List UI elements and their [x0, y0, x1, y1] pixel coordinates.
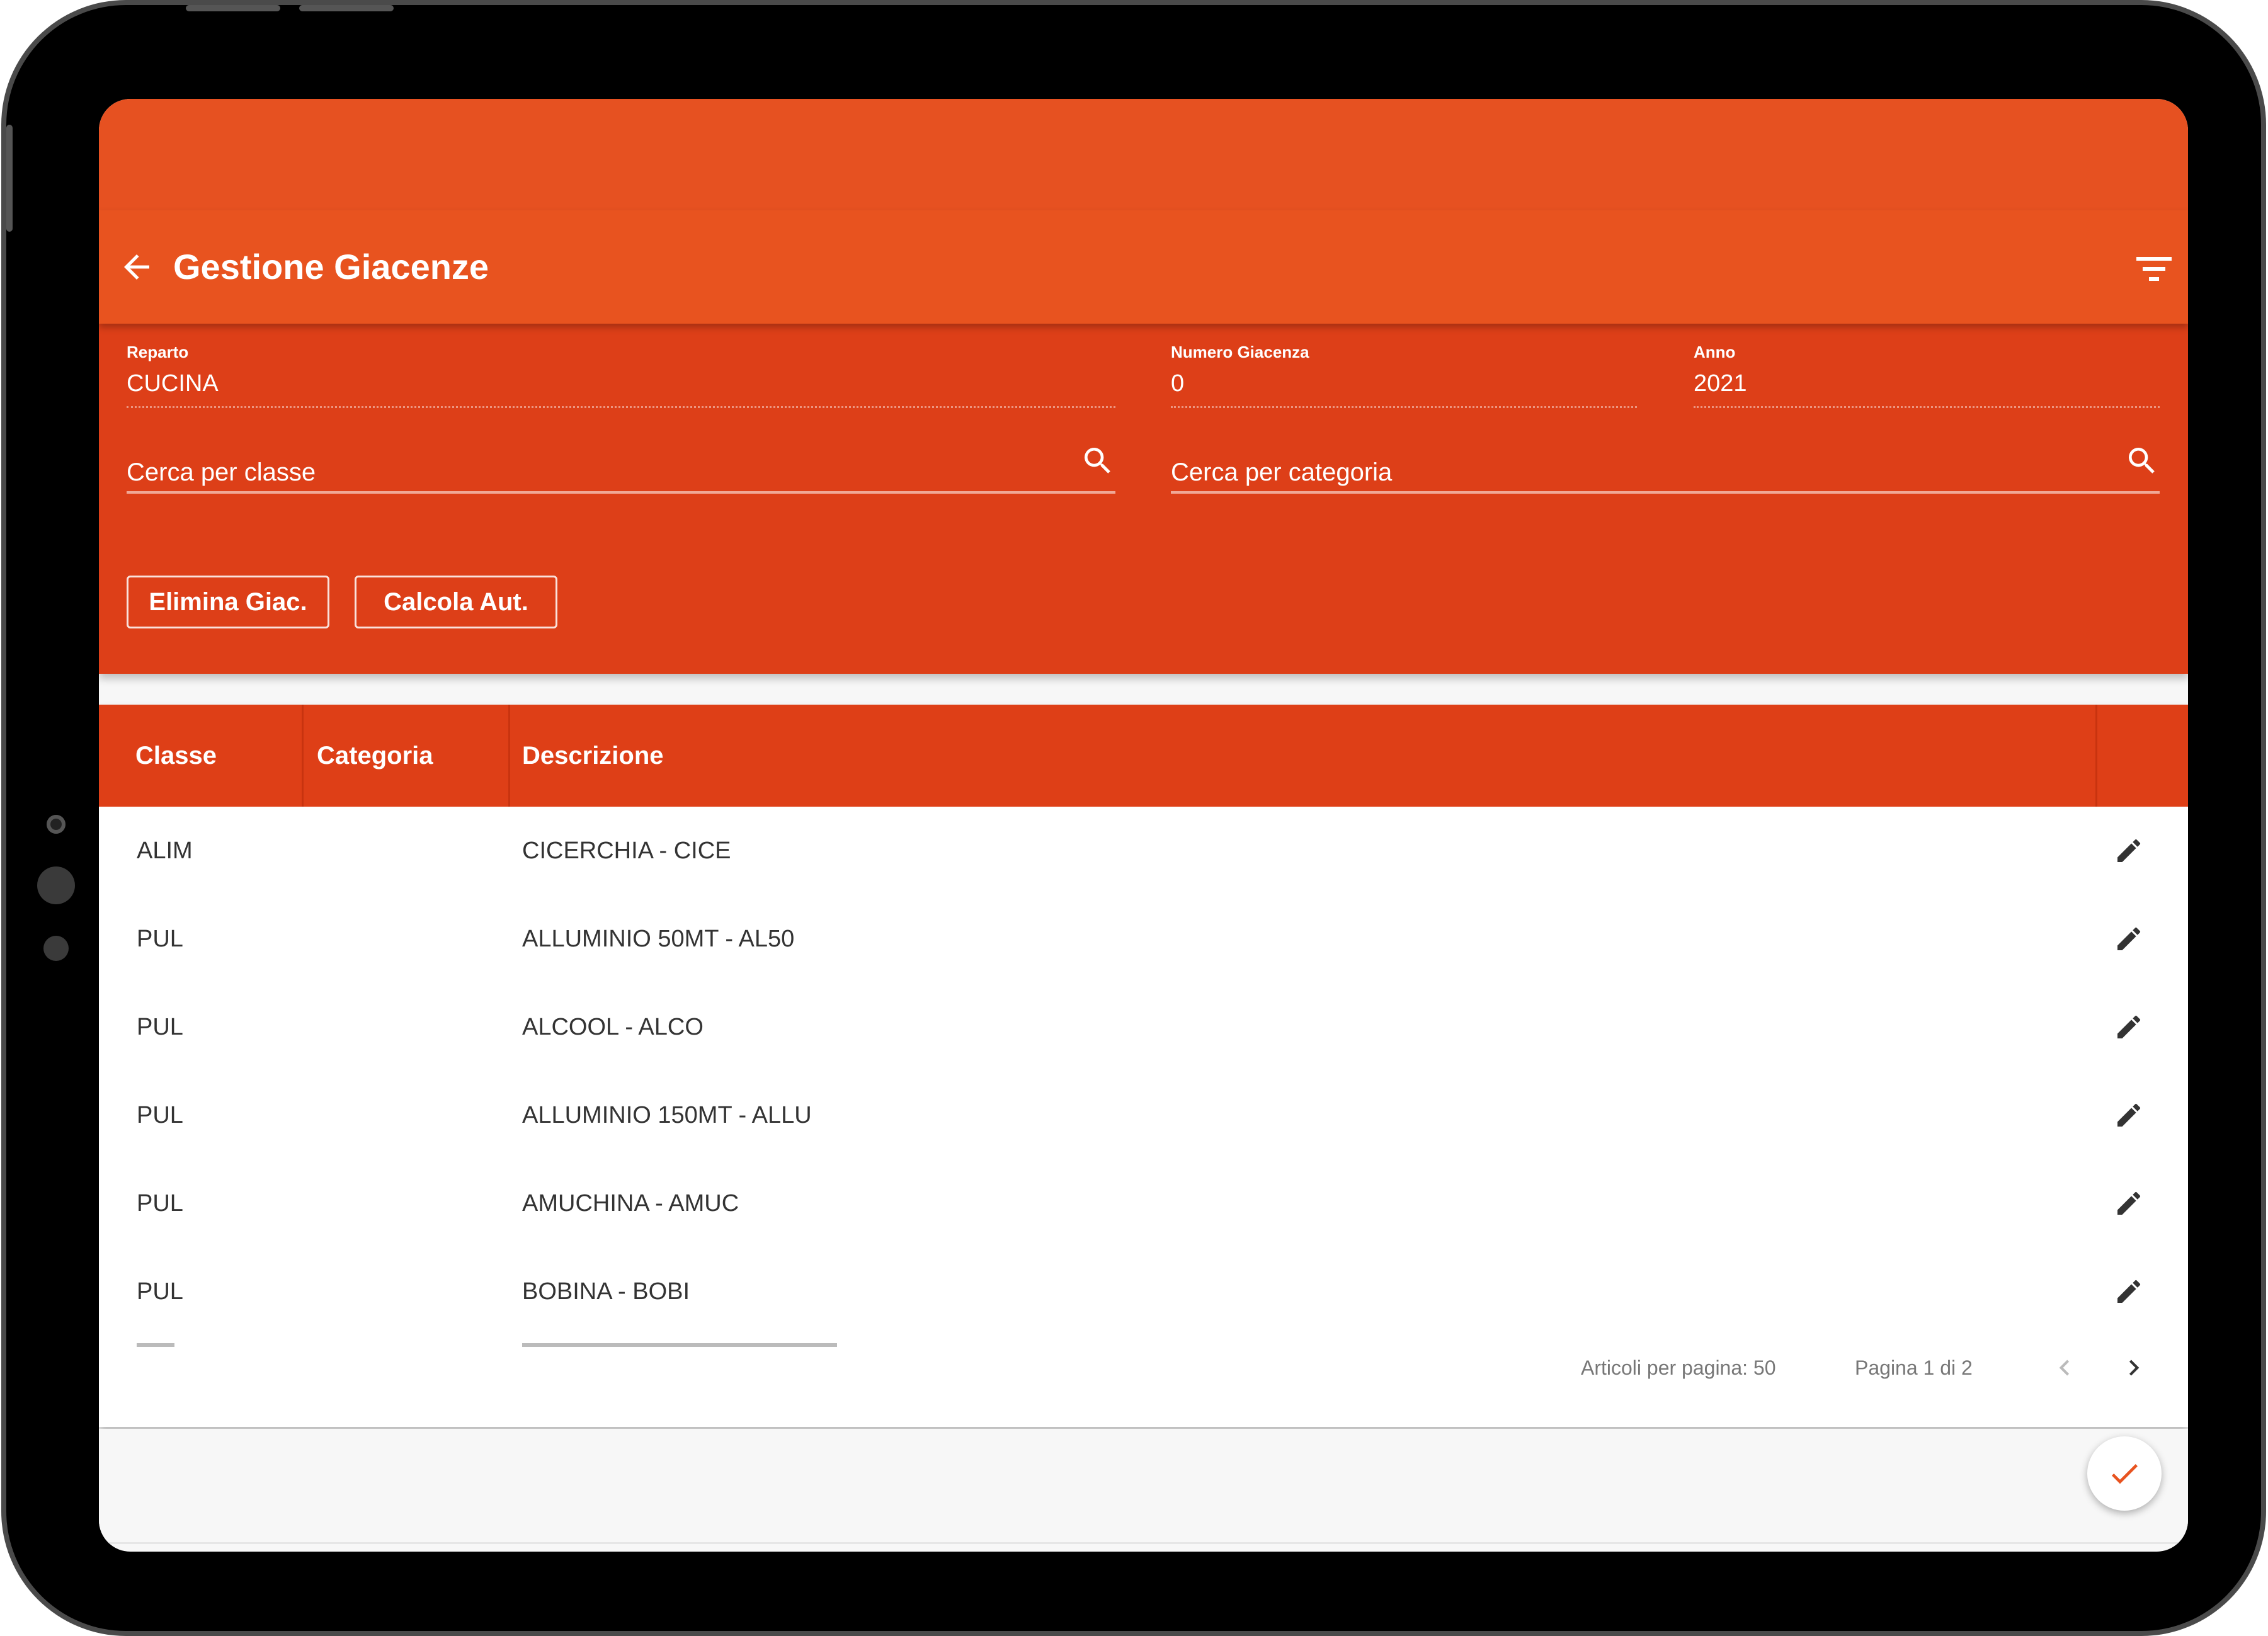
tablet-frame: Gestione Giacenze Reparto CUCINA Numero …: [6, 5, 2261, 1631]
table-row[interactable]: ALIM CICERCHIA - CICE: [99, 807, 2188, 895]
search-categoria: [1171, 443, 2160, 494]
cell-descrizione: ALLUMINIO 50MT - AL50: [522, 926, 795, 952]
page-indicator: Pagina 1 di 2: [1855, 1356, 1973, 1379]
field-underline: [1694, 406, 2160, 408]
table-row[interactable]: PUL ALLUMINIO 50MT - AL50: [99, 895, 2188, 983]
numero-giacenza-value: 0: [1171, 370, 1185, 397]
articles-table: Classe Categoria Descrizione ALIM CICERC…: [99, 705, 2188, 1427]
partial-text: [137, 1343, 174, 1347]
reparto-label: Reparto: [127, 343, 189, 361]
giacenza-form: Reparto CUCINA Numero Giacenza 0 Anno 20…: [99, 324, 2188, 674]
cell-descrizione: BOBINA - BOBI: [522, 1278, 690, 1305]
cell-classe: PUL: [137, 1278, 183, 1305]
cell-classe: ALIM: [137, 838, 193, 864]
column-header-categoria[interactable]: Categoria: [317, 705, 433, 807]
pencil-icon[interactable]: [2114, 1012, 2144, 1042]
search-icon[interactable]: [2124, 443, 2160, 479]
search-classe: [127, 443, 1115, 494]
hardware-top-button: [186, 5, 280, 11]
reparto-field[interactable]: Reparto CUCINA: [127, 341, 1115, 408]
app-screen: Gestione Giacenze Reparto CUCINA Numero …: [99, 99, 2188, 1552]
column-divider: [508, 705, 510, 807]
camera-icon: [47, 815, 66, 834]
anno-field[interactable]: Anno 2021: [1694, 341, 2160, 408]
search-categoria-input[interactable]: [1171, 455, 2041, 490]
cell-classe: PUL: [137, 1102, 183, 1128]
app-toolbar: Gestione Giacenze: [99, 210, 2188, 324]
reparto-value: CUCINA: [127, 370, 219, 397]
sensor-dot: [43, 936, 69, 961]
sensor-dot: [37, 866, 75, 904]
chevron-left-icon[interactable]: [2049, 1352, 2080, 1383]
calcola-automatico-button[interactable]: Calcola Aut.: [355, 576, 557, 628]
hardware-top-button: [299, 5, 394, 11]
search-classe-input[interactable]: [127, 455, 997, 490]
cell-descrizione: ALLUMINIO 150MT - ALLU: [522, 1102, 812, 1128]
cell-descrizione: ALCOOL - ALCO: [522, 1014, 704, 1040]
page-title: Gestione Giacenze: [173, 247, 489, 287]
table-row[interactable]: PUL AMUCHINA - AMUC: [99, 1159, 2188, 1247]
hardware-side-button: [6, 125, 13, 232]
pencil-icon[interactable]: [2114, 1100, 2144, 1130]
cell-descrizione: CICERCHIA - CICE: [522, 838, 731, 864]
pencil-icon[interactable]: [2114, 1188, 2144, 1218]
pencil-icon[interactable]: [2114, 836, 2144, 866]
table-row[interactable]: PUL BOBINA - BOBI: [99, 1247, 2188, 1336]
confirm-fab[interactable]: [2087, 1436, 2162, 1511]
filter-icon[interactable]: [2136, 254, 2172, 282]
table-row[interactable]: PUL ALLUMINIO 150MT - ALLU: [99, 1071, 2188, 1159]
cell-classe: PUL: [137, 1014, 183, 1040]
table-row[interactable]: PUL ALCOOL - ALCO: [99, 983, 2188, 1071]
partial-text: [522, 1343, 837, 1347]
field-underline: [1171, 406, 1637, 408]
anno-value: 2021: [1694, 370, 1747, 397]
column-divider: [2095, 705, 2097, 807]
column-header-classe[interactable]: Classe: [135, 705, 217, 807]
bottom-area: [99, 1429, 2188, 1544]
elimina-giacenza-button[interactable]: Elimina Giac.: [127, 576, 329, 628]
pencil-icon[interactable]: [2114, 1276, 2144, 1307]
table-header: Classe Categoria Descrizione: [99, 705, 2188, 807]
cell-classe: PUL: [137, 926, 183, 952]
cell-classe: PUL: [137, 1190, 183, 1217]
search-icon[interactable]: [1080, 443, 1115, 479]
check-icon: [2111, 1464, 2138, 1484]
arrow-left-icon[interactable]: [118, 248, 156, 286]
pencil-icon[interactable]: [2114, 924, 2144, 954]
anno-label: Anno: [1694, 343, 1736, 361]
numero-giacenza-label: Numero Giacenza: [1171, 343, 1309, 361]
column-header-descrizione[interactable]: Descrizione: [522, 705, 664, 807]
status-bar: [99, 99, 2188, 210]
chevron-right-icon[interactable]: [2118, 1352, 2150, 1383]
numero-giacenza-field[interactable]: Numero Giacenza 0: [1171, 341, 1637, 408]
column-divider: [302, 705, 304, 807]
items-per-page[interactable]: Articoli per pagina: 50: [1581, 1353, 1776, 1382]
cell-descrizione: AMUCHINA - AMUC: [522, 1190, 739, 1217]
field-underline: [127, 406, 1115, 408]
